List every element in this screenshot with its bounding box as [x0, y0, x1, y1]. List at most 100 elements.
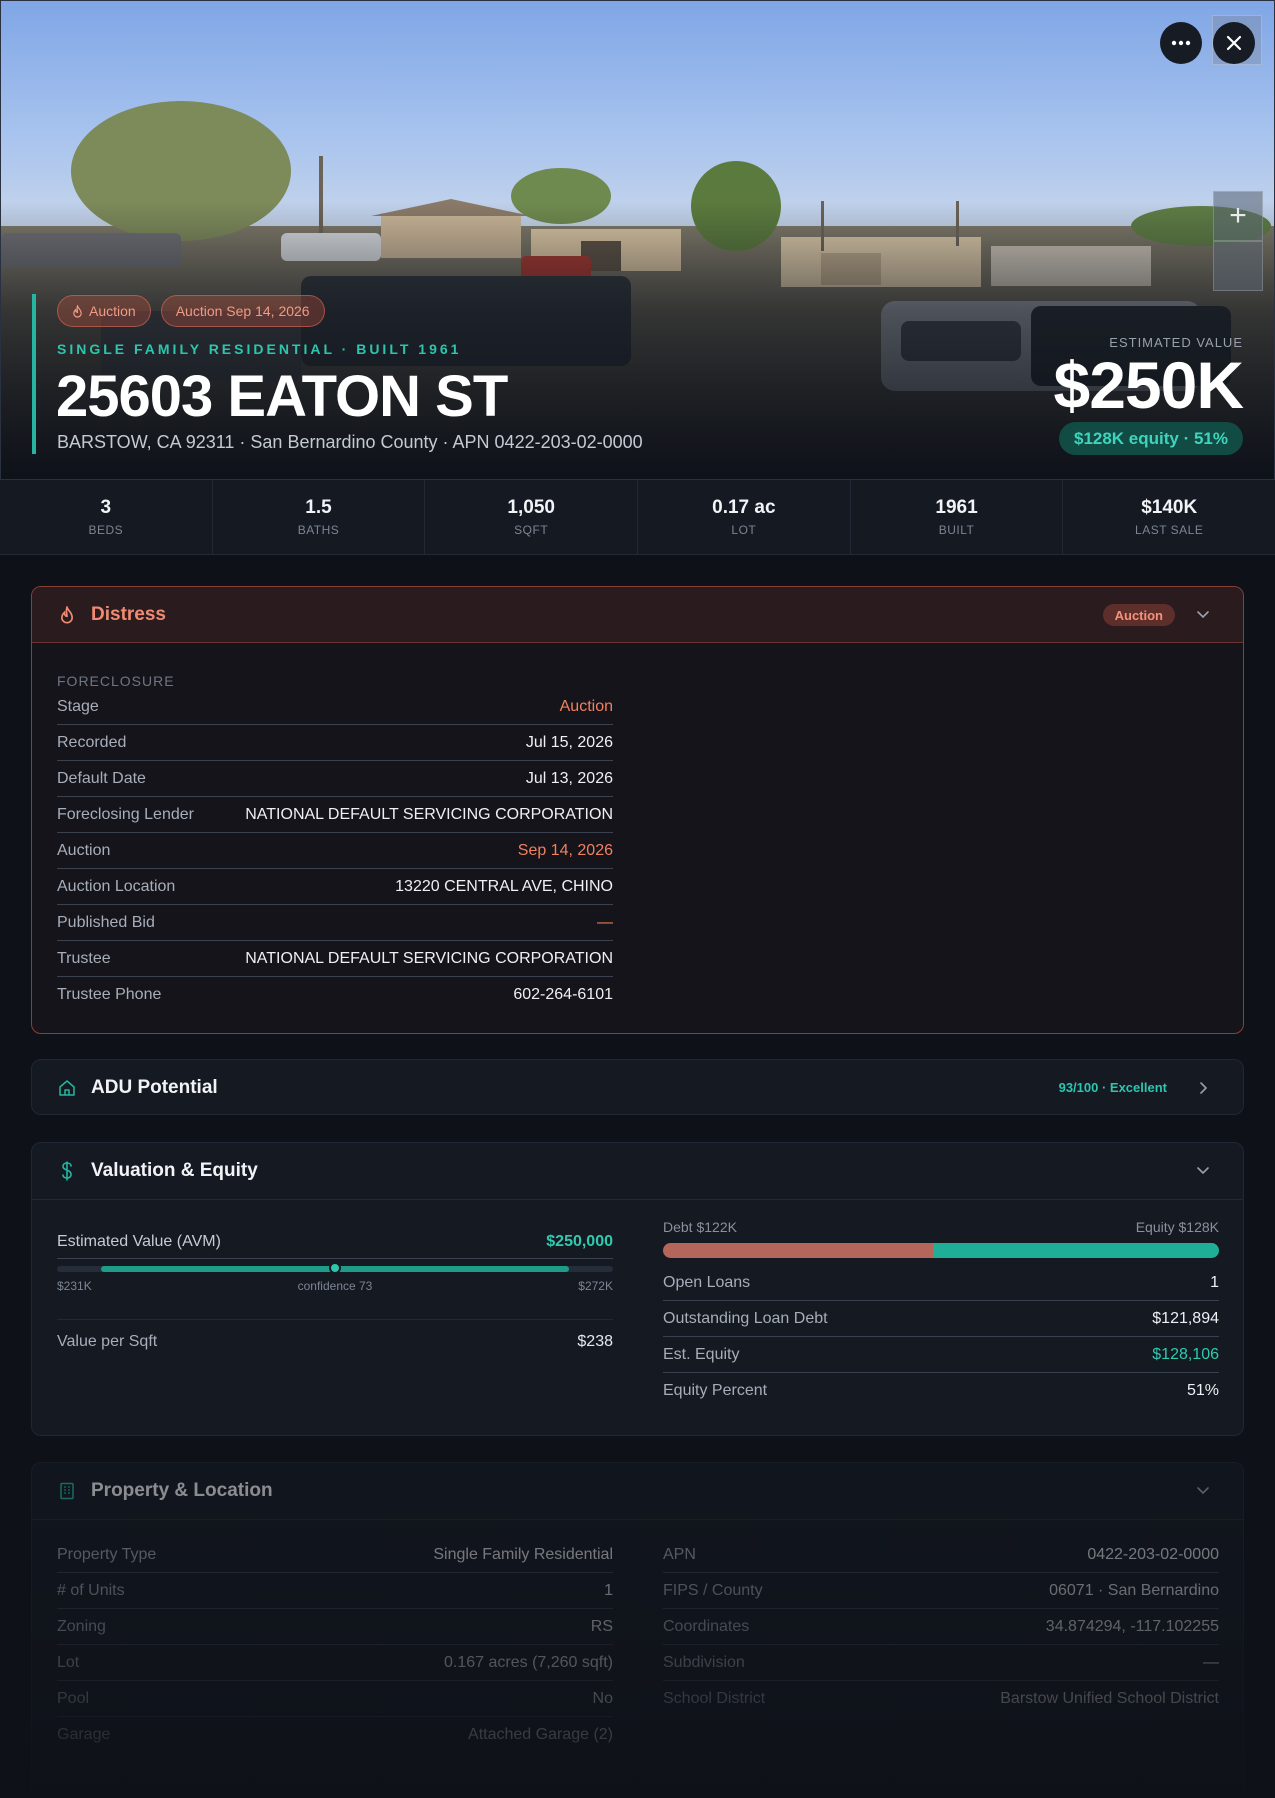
vps-label: Value per Sqft [57, 1332, 158, 1350]
avm-marker [329, 1262, 341, 1274]
chevron-right-icon[interactable] [1193, 1078, 1213, 1098]
chevron-down-icon[interactable] [1193, 1481, 1213, 1501]
avm-range-track [57, 1262, 613, 1274]
detail-label: Zoning [57, 1617, 106, 1635]
stat-beds: 3 BEDS [0, 480, 213, 554]
stat-label: LAST SALE [1135, 523, 1204, 537]
detail-label: Pool [57, 1689, 90, 1707]
equity-segment [933, 1243, 1219, 1258]
detail-label: FIPS / County [663, 1581, 763, 1599]
detail-value: 1 [604, 1581, 613, 1599]
range-low: $231K [57, 1279, 92, 1293]
avm-label: Estimated Value (AVM) [57, 1232, 221, 1250]
valuation-header[interactable]: Valuation & Equity [32, 1143, 1243, 1199]
zoom-out-button[interactable] [1213, 241, 1263, 291]
detail-label: Subdivision [663, 1653, 745, 1671]
auction-status-pill: Auction [57, 295, 151, 327]
detail-label: Garage [57, 1726, 111, 1743]
detail-value: Attached Garage (2) [468, 1726, 613, 1743]
detail-row: Subdivision — [663, 1645, 1219, 1681]
detail-row: Coordinates 34.874294, -117.102255 [663, 1609, 1219, 1645]
detail-row: Zoning RS [57, 1609, 613, 1645]
detail-label: APN [663, 1545, 696, 1563]
equity-badge: $128K equity · 51% [1058, 422, 1243, 455]
detail-value: $121,894 [1152, 1309, 1219, 1327]
dollar-icon [57, 1161, 77, 1181]
debt-segment [663, 1243, 934, 1258]
foreclosure-details: Stage Auction Recorded Jul 15, 2026 Default … [57, 689, 613, 1013]
detail-value: Auction [559, 697, 613, 715]
auction-status-label: Auction [89, 303, 136, 319]
stat-value: 3 [100, 497, 112, 518]
more-horizontal-icon [1171, 40, 1191, 46]
stat-sqft: 1,050 SQFT [425, 480, 639, 554]
detail-label: Auction [57, 841, 111, 859]
estimated-value: $250K [1053, 348, 1244, 422]
status-pills: Auction Auction Sep 14, 2026 [57, 295, 325, 327]
debt-equity-labels: Debt $122K Equity $128K [663, 1219, 1219, 1235]
detail-row: Garage Attached Garage (2) [57, 1717, 613, 1753]
detail-row: Equity Percent 51% [663, 1373, 1219, 1409]
detail-label: Recorded [57, 733, 127, 751]
detail-label: Property Type [57, 1545, 157, 1563]
detail-value: 34.874294, -117.102255 [1045, 1617, 1219, 1635]
property-subaddress: BARSTOW, CA 92311 · San Bernardino Count… [57, 432, 643, 452]
debt-equity-bar [663, 1243, 1219, 1258]
distress-title: Distress [91, 603, 166, 625]
detail-value: NATIONAL DEFAULT SERVICING CORPORATION [245, 949, 613, 967]
detail-value: — [597, 913, 613, 931]
detail-value: — [1203, 1653, 1219, 1671]
distress-status-badge: Auction [1102, 604, 1175, 626]
zoom-in-button[interactable]: + [1213, 191, 1263, 241]
street-view-hero[interactable]: + Auction Auction Sep 14, 2026 SINGLE FA… [0, 0, 1275, 480]
detail-label: # of Units [57, 1581, 125, 1599]
detail-label: Open Loans [663, 1273, 751, 1291]
stat-built: 1961 BUILT [851, 480, 1064, 554]
auction-date-pill: Auction Sep 14, 2026 [160, 295, 325, 327]
property-header[interactable]: Property & Location [32, 1463, 1243, 1519]
detail-label: Outstanding Loan Debt [663, 1309, 828, 1327]
detail-value: No [592, 1689, 613, 1707]
detail-value: Single Family Residential [433, 1545, 613, 1563]
detail-row: Auction Location 13220 CENTRAL AVE, CHINO [57, 869, 613, 905]
detail-label: Trustee [57, 949, 111, 967]
adu-score: 93/100 · Excellent [1058, 1080, 1167, 1095]
detail-row: Default Date Jul 13, 2026 [57, 761, 613, 797]
vps-value: $238 [577, 1332, 613, 1350]
detail-value: 0422-203-02-0000 [1087, 1545, 1219, 1563]
avm-value: $250,000 [546, 1232, 613, 1250]
detail-row: Trustee NATIONAL DEFAULT SERVICING CORPOR… [57, 941, 613, 977]
adu-potential-card[interactable]: ADU Potential 93/100 · Excellent [31, 1059, 1244, 1115]
value-per-sqft-row: Value per Sqft $238 [57, 1319, 613, 1363]
detail-label: Lot [57, 1653, 80, 1671]
detail-row: Est. Equity $128,106 [663, 1337, 1219, 1373]
building-icon [57, 1481, 77, 1501]
distress-card: Distress Auction FORECLOSURE Stage Auctio… [31, 586, 1244, 1034]
detail-row: Published Bid — [57, 905, 613, 941]
detail-row: Recorded Jul 15, 2026 [57, 725, 613, 761]
detail-row: Foreclosing Lender NATIONAL DEFAULT SERVI… [57, 797, 613, 833]
auction-date-label: Auction Sep 14, 2026 [175, 303, 310, 319]
detail-row: Pool No [57, 1681, 613, 1717]
detail-label: Stage [57, 697, 99, 715]
chevron-down-icon[interactable] [1193, 1161, 1213, 1181]
detail-row: Open Loans 1 [663, 1265, 1219, 1301]
property-title: Property & Location [91, 1480, 273, 1501]
detail-row: Trustee Phone 602-264-6101 [57, 977, 613, 1013]
detail-value: RS [590, 1617, 613, 1635]
range-high: $272K [578, 1279, 613, 1293]
chevron-down-icon[interactable] [1193, 605, 1213, 625]
detail-value: Sep 14, 2026 [517, 841, 613, 859]
detail-label: Trustee Phone [57, 986, 162, 1003]
detail-label: Foreclosing Lender [57, 805, 194, 823]
detail-row: Property Type Single Family Residential [57, 1537, 613, 1573]
property-location-card: Property & Location Property Type Single … [31, 1462, 1244, 1798]
more-options-button[interactable] [1160, 22, 1202, 64]
avm-range-labels: $231K confidence 73 $272K [57, 1279, 613, 1293]
stat-value: 1961 [935, 497, 978, 518]
distress-header[interactable]: Distress Auction [32, 587, 1243, 643]
detail-row: Stage Auction [57, 689, 613, 725]
stat-value: 1,050 [507, 497, 555, 518]
close-button[interactable] [1213, 22, 1255, 64]
avm-row: Estimated Value (AVM) $250,000 [57, 1225, 613, 1259]
